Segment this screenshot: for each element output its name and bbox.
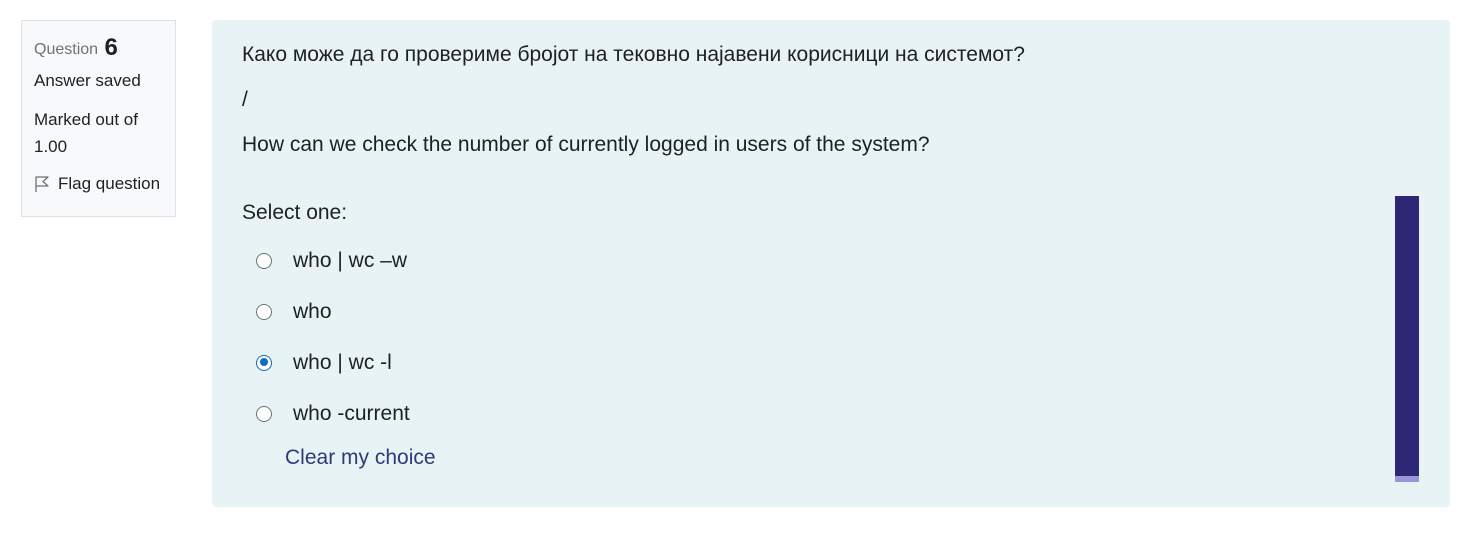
- clear-choice-link[interactable]: Clear my choice: [285, 446, 436, 470]
- flag-icon: [34, 175, 51, 193]
- question-number: 6: [104, 34, 118, 61]
- question-text-separator: /: [242, 88, 248, 111]
- grade-info: Marked out of 1.00: [34, 110, 138, 156]
- answer-option-label: who -current: [293, 401, 410, 425]
- answer-option-label: who | wc -l: [293, 350, 392, 374]
- radio-button[interactable]: [256, 252, 272, 269]
- question-content: Како може да го провериме бројот на теко…: [212, 20, 1450, 507]
- scrollbar[interactable]: [1395, 196, 1419, 482]
- radio-button-selected[interactable]: [256, 354, 272, 371]
- answer-option-label: who: [293, 299, 332, 323]
- question-info-panel: Question 6 Answer saved Marked out of 1.…: [21, 20, 176, 217]
- scrollbar-thumb[interactable]: [1395, 196, 1419, 476]
- answer-options: who | wc –w who who | wc -l who -current: [256, 235, 410, 439]
- answer-option-2[interactable]: who: [256, 286, 410, 337]
- flag-question-button[interactable]: Flag question: [34, 171, 163, 197]
- answer-state: Answer saved: [34, 71, 141, 90]
- select-prompt: Select one:: [242, 201, 348, 224]
- flag-question-label: Flag question: [58, 174, 161, 193]
- answer-option-1[interactable]: who | wc –w: [256, 235, 410, 286]
- question-text-en: How can we check the number of currently…: [242, 133, 930, 156]
- question-number-line: Question 6: [34, 34, 163, 62]
- answer-option-3[interactable]: who | wc -l: [256, 337, 410, 388]
- radio-button[interactable]: [256, 405, 272, 422]
- question-text: Како може да го провериме бројот на теко…: [242, 40, 1025, 175]
- answer-option-4[interactable]: who -current: [256, 388, 410, 439]
- question-text-mk: Како може да го провериме бројот на теко…: [242, 43, 1025, 66]
- radio-button[interactable]: [256, 303, 272, 320]
- question-label: Question: [34, 41, 99, 58]
- answer-option-label: who | wc –w: [293, 248, 407, 272]
